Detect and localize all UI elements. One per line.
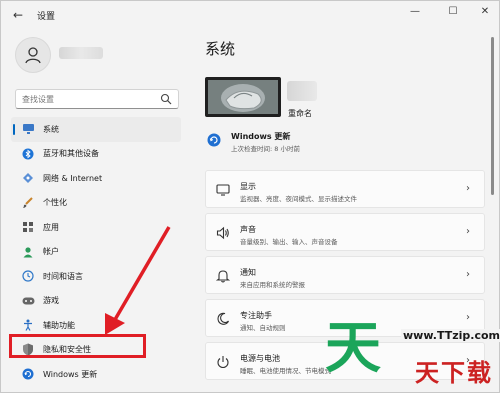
card-title: 通知: [240, 268, 256, 277]
avatar[interactable]: [15, 37, 51, 73]
card-title: 电源与电池: [240, 354, 280, 363]
sidebar-item-accounts[interactable]: 帐户: [11, 240, 181, 265]
gamepad-icon: [21, 294, 35, 308]
sidebar-item-label: 系统: [43, 124, 59, 134]
profile-name-redacted: [59, 47, 103, 59]
person-icon: [21, 245, 35, 259]
sidebar-item-label: 辅助功能: [43, 320, 75, 330]
sidebar-item-system[interactable]: 系统: [11, 117, 181, 142]
windows-update-icon: [207, 133, 221, 147]
sidebar-item-time-language[interactable]: 时间和语言: [11, 264, 181, 289]
search-input[interactable]: [22, 90, 162, 108]
card-subtitle: 通知、自动规则: [240, 324, 286, 332]
close-button[interactable]: ✕: [474, 4, 496, 20]
sidebar-item-apps[interactable]: 应用: [11, 215, 181, 240]
settings-window: ← 设置 — ☐ ✕ 系统 蓝牙和其他设备: [0, 0, 500, 393]
windows-update-status[interactable]: Windows 更新 上次检查时间: 8 小时前: [205, 129, 485, 159]
display-icon: [216, 184, 230, 196]
globe-clock-icon: [21, 269, 35, 283]
apps-icon: [21, 220, 35, 234]
notifications-card[interactable]: 通知 来自应用和系统的警报 ›: [205, 256, 485, 294]
chevron-right-icon: ›: [466, 183, 470, 194]
sidebar-item-gaming[interactable]: 游戏: [11, 289, 181, 314]
sidebar-item-label: 蓝牙和其他设备: [43, 149, 99, 159]
monitor-icon: [21, 122, 35, 136]
device-name-redacted: [287, 81, 317, 101]
search-icon[interactable]: [160, 93, 172, 105]
power-icon: [217, 356, 229, 369]
card-subtitle: 监视器、亮度、夜间模式、显示描述文件: [240, 195, 357, 203]
sidebar-item-label: 游戏: [43, 296, 59, 306]
title-bar: ← 设置 — ☐ ✕: [1, 1, 500, 29]
sidebar-item-windows-update[interactable]: Windows 更新: [11, 362, 181, 387]
watermark-logo: 天 www.TTzip.com 天下载: [319, 319, 500, 393]
watermark-text: 天下载: [415, 359, 493, 387]
sidebar-item-label: 个性化: [43, 198, 67, 208]
sidebar-item-label: 网络 & Internet: [43, 173, 103, 183]
display-card[interactable]: 显示 监视器、亮度、夜间模式、显示描述文件 ›: [205, 170, 485, 208]
sidebar-item-label: 时间和语言: [43, 271, 83, 281]
speaker-icon: [216, 226, 229, 240]
minimize-button[interactable]: —: [404, 4, 426, 20]
windows-update-icon: [21, 367, 35, 381]
watermark-url: www.TTzip.com: [401, 329, 500, 342]
sidebar-item-bluetooth[interactable]: 蓝牙和其他设备: [11, 142, 181, 167]
chevron-right-icon: ›: [466, 269, 470, 280]
bluetooth-icon: [21, 147, 35, 161]
chevron-right-icon: ›: [466, 226, 470, 237]
network-icon: [21, 171, 35, 185]
scrollbar[interactable]: [491, 37, 494, 195]
card-title: 显示: [240, 182, 256, 191]
rename-link[interactable]: 重命名: [288, 108, 312, 119]
card-subtitle: 来自应用和系统的警报: [240, 281, 305, 289]
card-title: 专注助手: [240, 311, 272, 320]
bell-icon: [216, 270, 230, 283]
highlight-box: [9, 334, 146, 358]
card-subtitle: 睡眠、电池使用情况、节电模式: [240, 367, 331, 375]
app-title: 设置: [37, 12, 56, 22]
card-title: 声音: [240, 225, 256, 234]
update-title: Windows 更新: [231, 132, 291, 141]
sidebar-item-label: 应用: [43, 222, 59, 232]
moon-icon: [217, 312, 230, 325]
search-box[interactable]: [15, 89, 179, 109]
person-icon: [25, 47, 41, 64]
sidebar-item-label: Windows 更新: [43, 369, 98, 379]
sidebar-item-network[interactable]: 网络 & Internet: [11, 166, 181, 191]
sound-card[interactable]: 声音 音量级别、输出、输入、声音设备 ›: [205, 213, 485, 251]
page-title: 系统: [205, 40, 236, 58]
back-button[interactable]: ←: [9, 7, 27, 23]
device-thumbnail: [205, 77, 281, 117]
watermark-big-char: 天: [325, 316, 381, 381]
update-subtitle: 上次检查时间: 8 小时前: [231, 145, 300, 153]
brush-icon: [21, 196, 35, 210]
sidebar-item-label: 帐户: [43, 247, 59, 257]
card-subtitle: 音量级别、输出、输入、声音设备: [240, 238, 338, 246]
accessibility-icon: [21, 318, 35, 332]
sidebar-item-personalization[interactable]: 个性化: [11, 191, 181, 216]
maximize-button[interactable]: ☐: [442, 4, 464, 20]
